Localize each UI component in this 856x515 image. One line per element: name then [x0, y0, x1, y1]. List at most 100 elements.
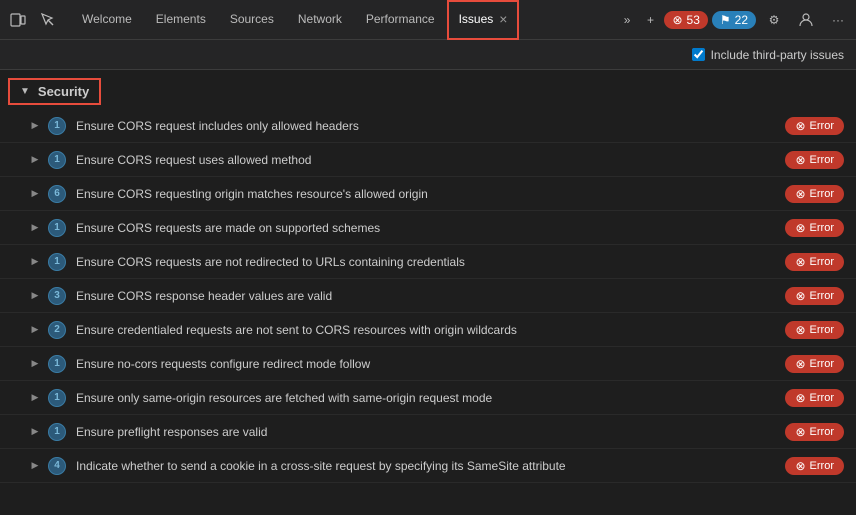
issue-row[interactable]: ▶ 1 Ensure only same-origin resources ar… — [0, 381, 856, 415]
error-circle-icon: ⊗ — [795, 221, 805, 235]
settings-icon[interactable]: ⚙ — [760, 6, 788, 34]
error-circle-icon: ⊗ — [795, 323, 805, 337]
error-badge: ⊗ Error — [785, 423, 844, 441]
error-circle-icon: ⊗ — [795, 289, 805, 303]
error-circle-icon: ⊗ — [795, 425, 805, 439]
chevron-down-icon: ▼ — [20, 86, 30, 97]
tabs-overflow-icon[interactable]: » — [618, 13, 637, 27]
third-party-checkbox-label[interactable]: Include third-party issues — [692, 48, 844, 62]
error-circle-icon: ⊗ — [795, 187, 805, 201]
issue-row[interactable]: ▶ 1 Ensure CORS request includes only al… — [0, 109, 856, 143]
error-circle-icon: ⊗ — [795, 357, 805, 371]
error-label: Error — [810, 392, 834, 404]
security-section-header[interactable]: ▼ Security — [8, 78, 101, 105]
issue-text: Ensure CORS request uses allowed method — [76, 153, 785, 167]
error-label: Error — [810, 154, 834, 166]
row-expand-icon: ▶ — [28, 289, 42, 303]
error-badge: ⊗ Error — [785, 389, 844, 407]
toolbar: Welcome Elements Sources Network Perform… — [0, 0, 856, 40]
error-badge: ⊗ Error — [785, 321, 844, 339]
error-label: Error — [810, 290, 834, 302]
error-label: Error — [810, 256, 834, 268]
issue-count-badge: 1 — [48, 219, 66, 237]
error-label: Error — [810, 324, 834, 336]
issue-count-badge: 2 — [48, 321, 66, 339]
row-expand-icon: ▶ — [28, 323, 42, 337]
issue-count-badge: 1 — [48, 355, 66, 373]
tab-issues[interactable]: Issues × — [447, 0, 520, 40]
issue-count-badge: 1 — [48, 389, 66, 407]
issue-count-badge: 6 — [48, 185, 66, 203]
tab-close-issues[interactable]: × — [499, 12, 507, 26]
issue-text: Ensure CORS requests are not redirected … — [76, 255, 785, 269]
error-label: Error — [810, 460, 834, 472]
issue-row[interactable]: ▶ 1 Ensure CORS requests are not redirec… — [0, 245, 856, 279]
issue-count-badge: 1 — [48, 253, 66, 271]
error-badge: ⊗ Error — [785, 253, 844, 271]
issue-row[interactable]: ▶ 2 Ensure credentialed requests are not… — [0, 313, 856, 347]
row-expand-icon: ▶ — [28, 119, 42, 133]
device-toggle-icon[interactable] — [4, 6, 32, 34]
errors-badge[interactable]: ⊗ 53 — [664, 11, 707, 29]
tab-performance[interactable]: Performance — [354, 0, 447, 40]
issue-text: Ensure CORS response header values are v… — [76, 289, 785, 303]
issues-list: ▶ 1 Ensure CORS request includes only al… — [0, 109, 856, 483]
issue-text: Ensure CORS requests are made on support… — [76, 221, 785, 235]
error-label: Error — [810, 120, 834, 132]
row-expand-icon: ▶ — [28, 391, 42, 405]
issue-row[interactable]: ▶ 1 Ensure no-cors requests configure re… — [0, 347, 856, 381]
issue-count-badge: 1 — [48, 117, 66, 135]
error-label: Error — [810, 426, 834, 438]
issue-row[interactable]: ▶ 1 Ensure preflight responses are valid… — [0, 415, 856, 449]
row-expand-icon: ▶ — [28, 255, 42, 269]
row-expand-icon: ▶ — [28, 221, 42, 235]
issue-row[interactable]: ▶ 6 Ensure CORS requesting origin matche… — [0, 177, 856, 211]
main-tabs: Welcome Elements Sources Network Perform… — [70, 0, 618, 40]
error-badge: ⊗ Error — [785, 287, 844, 305]
row-expand-icon: ▶ — [28, 153, 42, 167]
error-circle-icon: ⊗ — [795, 391, 805, 405]
toolbar-right: ⊗ 53 ⚑ 22 ⚙ ··· — [664, 6, 852, 34]
issue-text: Ensure credentialed requests are not sen… — [76, 323, 785, 337]
third-party-checkbox[interactable] — [692, 48, 705, 61]
issue-count-badge: 1 — [48, 151, 66, 169]
toolbar-device-icons — [4, 6, 62, 34]
issues-panel: ▼ Security ▶ 1 Ensure CORS request inclu… — [0, 70, 856, 515]
row-expand-icon: ▶ — [28, 425, 42, 439]
tab-sources[interactable]: Sources — [218, 0, 286, 40]
issue-count-badge: 1 — [48, 423, 66, 441]
issue-count-badge: 3 — [48, 287, 66, 305]
tab-elements[interactable]: Elements — [144, 0, 218, 40]
error-circle-icon: ⊗ — [795, 119, 805, 133]
error-badge: ⊗ Error — [785, 151, 844, 169]
error-badge: ⊗ Error — [785, 219, 844, 237]
issue-text: Ensure preflight responses are valid — [76, 425, 785, 439]
error-icon: ⊗ — [672, 13, 682, 27]
row-expand-icon: ▶ — [28, 459, 42, 473]
warnings-badge[interactable]: ⚑ 22 — [712, 11, 756, 29]
add-tab-icon[interactable]: + — [636, 6, 664, 34]
error-label: Error — [810, 188, 834, 200]
inspect-icon[interactable] — [34, 6, 62, 34]
tab-network[interactable]: Network — [286, 0, 354, 40]
more-options-icon[interactable]: ··· — [824, 6, 852, 34]
issue-row[interactable]: ▶ 1 Ensure CORS requests are made on sup… — [0, 211, 856, 245]
issue-count-badge: 4 — [48, 457, 66, 475]
issue-text: Ensure CORS requesting origin matches re… — [76, 187, 785, 201]
error-circle-icon: ⊗ — [795, 459, 805, 473]
issue-row[interactable]: ▶ 4 Indicate whether to send a cookie in… — [0, 449, 856, 483]
options-bar: Include third-party issues — [0, 40, 856, 70]
issue-row[interactable]: ▶ 3 Ensure CORS response header values a… — [0, 279, 856, 313]
profile-icon[interactable] — [792, 6, 820, 34]
error-badge: ⊗ Error — [785, 355, 844, 373]
error-badge: ⊗ Error — [785, 457, 844, 475]
issue-row[interactable]: ▶ 1 Ensure CORS request uses allowed met… — [0, 143, 856, 177]
error-badge: ⊗ Error — [785, 185, 844, 203]
error-label: Error — [810, 222, 834, 234]
error-circle-icon: ⊗ — [795, 255, 805, 269]
error-circle-icon: ⊗ — [795, 153, 805, 167]
tab-welcome[interactable]: Welcome — [70, 0, 144, 40]
row-expand-icon: ▶ — [28, 187, 42, 201]
row-expand-icon: ▶ — [28, 357, 42, 371]
issue-text: Ensure only same-origin resources are fe… — [76, 391, 785, 405]
